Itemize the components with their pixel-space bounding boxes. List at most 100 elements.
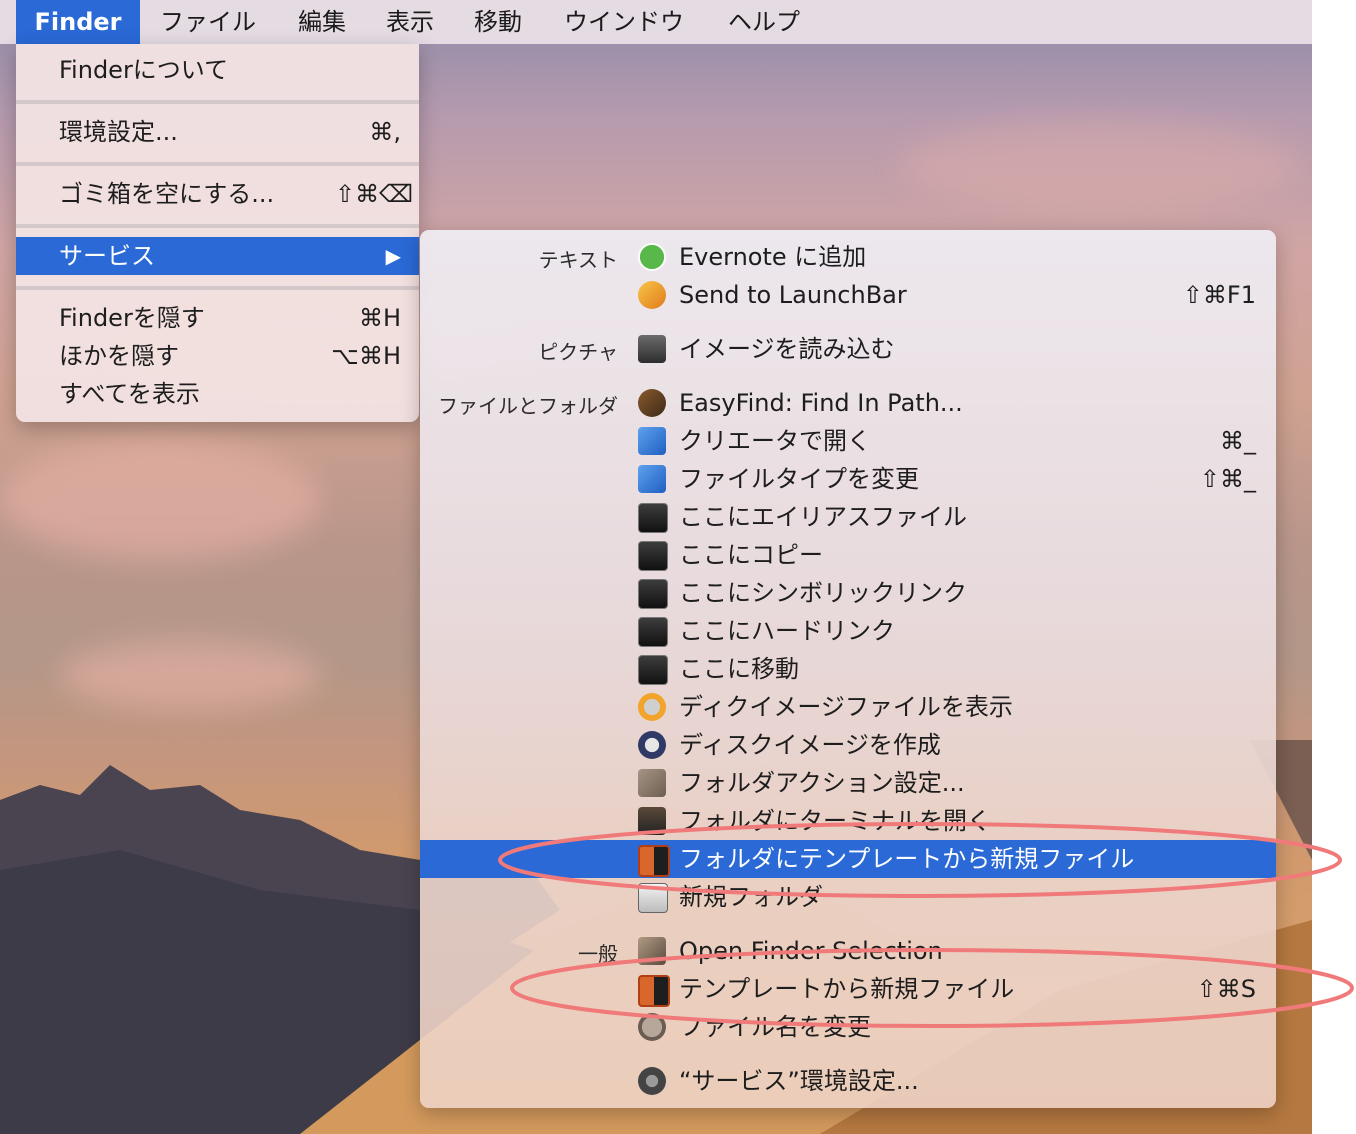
service-move-here[interactable]: ここに移動 — [420, 650, 1276, 688]
service-label: テンプレートから新規ファイル — [679, 975, 1015, 1003]
menu-item-services[interactable]: サービス ▶ — [16, 237, 419, 275]
finder-selection-icon — [638, 937, 666, 965]
service-show-disk-image[interactable]: ディクイメージファイルを表示 — [420, 688, 1276, 726]
menu-item-show-all[interactable]: すべてを表示 — [16, 375, 419, 413]
services-submenu: テキスト ピクチャ ファイルとフォルダ 一般 Evernote に追加 Send… — [420, 230, 1276, 1108]
service-label: ここにシンボリックリンク — [679, 579, 967, 607]
hardlink-icon — [638, 617, 668, 647]
service-preferences[interactable]: “サービス”環境設定... — [420, 1062, 1276, 1100]
symlink-icon — [638, 579, 668, 609]
menu-separator — [16, 286, 419, 290]
menu-separator — [16, 162, 419, 166]
menu-item-shortcut: ⌘H — [358, 304, 401, 332]
menu-item-hide-others[interactable]: ほかを隠す ⌥⌘H — [16, 337, 419, 375]
service-label: ここにハードリンク — [679, 617, 895, 645]
app-store-icon — [638, 465, 666, 493]
menu-item-about[interactable]: Finderについて — [16, 51, 419, 89]
menu-item-shortcut: ⌘, — [369, 118, 401, 146]
service-label: フォルダにターミナルを開く — [679, 807, 991, 835]
menu-item-label: 環境設定... — [59, 118, 178, 146]
move-icon — [638, 655, 668, 685]
service-label: Send to LaunchBar — [679, 281, 907, 309]
service-label: ここにエイリアスファイル — [679, 503, 967, 531]
service-label: フォルダアクション設定... — [679, 769, 965, 797]
service-shortcut: ⇧⌘S — [1196, 975, 1256, 1003]
rename-icon — [638, 1013, 666, 1041]
workflow-icon — [638, 883, 668, 913]
service-label: ファイル名を変更 — [679, 1013, 871, 1041]
service-label: ディスクイメージを作成 — [679, 731, 941, 759]
service-label: クリエータで開く — [679, 427, 871, 455]
service-hardlink-here[interactable]: ここにハードリンク — [420, 612, 1276, 650]
service-new-folder[interactable]: 新規フォルダ — [420, 878, 1276, 916]
menu-item-shortcut: ⇧⌘⌫ — [334, 180, 413, 208]
service-shortcut: ⇧⌘F1 — [1182, 281, 1256, 309]
finder-menu: Finderについて 環境設定... ⌘, ゴミ箱を空にする... ⇧⌘⌫ サー… — [16, 44, 419, 422]
submenu-arrow-icon: ▶ — [385, 244, 401, 268]
app-store-icon — [638, 427, 666, 455]
service-new-file-from-template-folder[interactable]: フォルダにテンプレートから新規ファイル — [420, 840, 1276, 878]
service-label: ファイルタイプを変更 — [679, 465, 919, 493]
service-label: ここにコピー — [679, 541, 823, 569]
image-capture-icon — [638, 335, 666, 363]
copy-icon — [638, 541, 668, 571]
menubar-view[interactable]: 表示 — [386, 0, 434, 44]
service-label: “サービス”環境設定... — [679, 1067, 919, 1095]
menu-separator — [16, 224, 419, 228]
service-label: ここに移動 — [679, 655, 799, 683]
service-label: イメージを読み込む — [679, 335, 895, 363]
menubar-finder[interactable]: Finder — [16, 0, 140, 44]
service-launchbar[interactable]: Send to LaunchBar ⇧⌘F1 — [420, 276, 1276, 314]
service-copy-here[interactable]: ここにコピー — [420, 536, 1276, 574]
service-open-finder-selection[interactable]: Open Finder Selection — [420, 932, 1276, 970]
service-evernote[interactable]: Evernote に追加 — [420, 238, 1276, 276]
menu-item-label: ほかを隠す — [59, 342, 179, 370]
easyfind-icon — [638, 389, 666, 417]
menubar-go[interactable]: 移動 — [474, 0, 522, 44]
service-label: EasyFind: Find In Path... — [679, 389, 963, 417]
menu-separator — [16, 100, 419, 104]
template-icon — [638, 845, 670, 877]
menu-item-label: すべてを表示 — [59, 380, 200, 408]
service-create-disk-image[interactable]: ディスクイメージを作成 — [420, 726, 1276, 764]
service-shortcut: ⌘_ — [1220, 427, 1256, 455]
menu-item-label: Finderを隠す — [59, 304, 205, 332]
service-change-file-type[interactable]: ファイルタイプを変更 ⇧⌘_ — [420, 460, 1276, 498]
service-open-with-creator[interactable]: クリエータで開く ⌘_ — [420, 422, 1276, 460]
service-open-terminal[interactable]: フォルダにターミナルを開く — [420, 802, 1276, 840]
service-label: Open Finder Selection — [679, 937, 943, 965]
service-import-image[interactable]: イメージを読み込む — [420, 330, 1276, 368]
folder-action-icon — [638, 769, 666, 797]
disk-image-icon — [638, 693, 666, 721]
evernote-icon — [638, 243, 666, 271]
alias-icon — [638, 503, 668, 533]
gear-icon — [638, 1067, 666, 1095]
menu-bar: Finder ファイル 編集 表示 移動 ウインドウ ヘルプ — [0, 0, 1312, 44]
service-rename-file[interactable]: ファイル名を変更 — [420, 1008, 1276, 1046]
menu-item-hide-finder[interactable]: Finderを隠す ⌘H — [16, 299, 419, 337]
service-shortcut: ⇧⌘_ — [1199, 465, 1256, 493]
menu-item-empty-trash[interactable]: ゴミ箱を空にする... ⇧⌘⌫ — [16, 175, 419, 213]
service-label: フォルダにテンプレートから新規ファイル — [679, 845, 1135, 873]
menubar-edit[interactable]: 編集 — [298, 0, 346, 44]
menu-item-preferences[interactable]: 環境設定... ⌘, — [16, 113, 419, 151]
menu-item-shortcut: ⌥⌘H — [331, 342, 401, 370]
menubar-help[interactable]: ヘルプ — [728, 0, 800, 44]
menu-item-label: ゴミ箱を空にする... — [59, 180, 275, 208]
disk-utility-icon — [638, 731, 666, 759]
service-new-file-from-template[interactable]: テンプレートから新規ファイル ⇧⌘S — [420, 970, 1276, 1008]
menubar-window[interactable]: ウインドウ — [564, 0, 684, 44]
launchbar-icon — [638, 281, 666, 309]
service-alias-here[interactable]: ここにエイリアスファイル — [420, 498, 1276, 536]
service-label: 新規フォルダ — [679, 883, 823, 911]
service-symlink-here[interactable]: ここにシンボリックリンク — [420, 574, 1276, 612]
service-easyfind[interactable]: EasyFind: Find In Path... — [420, 384, 1276, 422]
menu-item-label: Finderについて — [59, 56, 229, 84]
terminal-icon — [638, 807, 666, 835]
service-label: ディクイメージファイルを表示 — [679, 693, 1013, 721]
service-folder-actions[interactable]: フォルダアクション設定... — [420, 764, 1276, 802]
service-label: Evernote に追加 — [679, 243, 867, 271]
menubar-file[interactable]: ファイル — [160, 0, 256, 44]
template-icon — [638, 975, 670, 1007]
menu-item-label: サービス — [59, 242, 155, 270]
